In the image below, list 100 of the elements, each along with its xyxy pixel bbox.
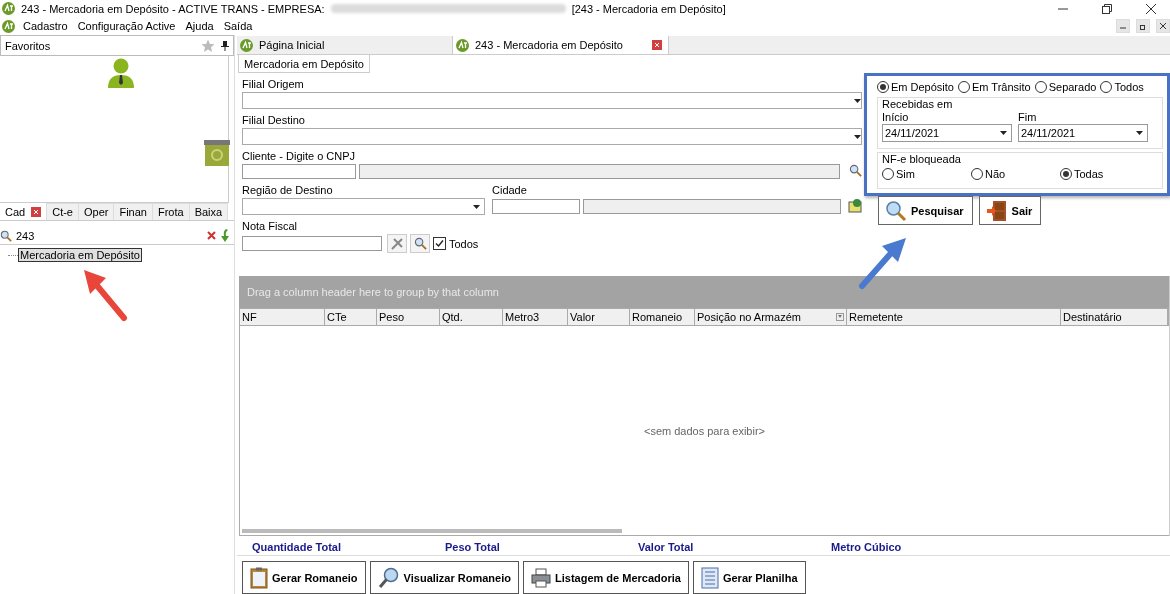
- restore-icon[interactable]: [1136, 19, 1150, 33]
- radio-label: Todos: [1114, 81, 1144, 93]
- action-button[interactable]: Gerar Romaneio: [242, 561, 366, 594]
- spreadsheet-icon: [700, 566, 719, 589]
- action-button[interactable]: Listagem de Mercadoria: [523, 561, 689, 594]
- sidebar-tab[interactable]: Oper: [78, 203, 115, 220]
- field-label: Filial Destino: [242, 114, 306, 127]
- sidebar-tab[interactable]: Baixa: [189, 203, 229, 220]
- action-button[interactable]: Gerar Planilha: [692, 561, 806, 594]
- radio-label: Em Depósito: [891, 81, 954, 93]
- close-icon[interactable]: [1145, 2, 1157, 15]
- magnifier-icon: [377, 566, 400, 589]
- radio-label: Não: [985, 168, 1006, 180]
- search-icon: [885, 199, 907, 222]
- field-label: Região de Destino: [242, 184, 334, 197]
- favorites-label: Favoritos: [5, 39, 52, 52]
- group-panel: Drag a column header here to group by that column: [239, 276, 1169, 308]
- logo-icon: [2, 2, 15, 15]
- column-header[interactable]: Valor: [568, 309, 630, 325]
- client-name-field[interactable]: [359, 164, 840, 179]
- menu-item[interactable]: Saída: [221, 20, 255, 32]
- scrollbar[interactable]: [242, 529, 622, 533]
- total-label: Metro Cúbico: [831, 541, 903, 553]
- radio-button[interactable]: [877, 81, 889, 93]
- menu-item[interactable]: Ajuda: [183, 20, 216, 32]
- radio-label: Separado: [1048, 81, 1097, 93]
- exit-button[interactable]: Sair: [978, 196, 1042, 225]
- radio-button[interactable]: [958, 81, 970, 93]
- logo-icon: [240, 38, 253, 52]
- column-header[interactable]: Peso: [377, 309, 440, 325]
- column-header[interactable]: CTe: [325, 309, 377, 325]
- action-button[interactable]: Visualizar Romaneio: [369, 561, 519, 594]
- search-icon: [413, 237, 427, 250]
- column-header[interactable]: Posição no Armazém: [695, 309, 847, 325]
- column-header[interactable]: Destinatário: [1061, 309, 1168, 325]
- scanner-button[interactable]: [387, 234, 407, 253]
- dropdown-arrow-icon[interactable]: [1000, 131, 1007, 135]
- total-label: Quantidade Total: [252, 541, 343, 553]
- door-icon: [985, 199, 1008, 222]
- filter-icon[interactable]: [836, 313, 844, 321]
- search-icon: [0, 229, 12, 242]
- column-header[interactable]: Qtd.: [440, 309, 503, 325]
- sidebar-tab[interactable]: Frota: [152, 203, 190, 220]
- restore-icon[interactable]: [1101, 2, 1113, 15]
- dropdown-arrow-icon[interactable]: [854, 134, 861, 139]
- document-tab[interactable]: Página Inicial: [237, 36, 453, 54]
- group-label: Recebidas em: [882, 98, 954, 111]
- document-tab[interactable]: 243 - Mercadoria em Depósito: [453, 36, 669, 54]
- radio-button[interactable]: [971, 168, 983, 180]
- radio-button[interactable]: [1034, 81, 1047, 93]
- checkbox-label: Todos: [449, 237, 479, 250]
- window-title: [243 - Mercadoria em Depósito]: [571, 2, 726, 15]
- field-label: Cliente - Digite o CNPJ: [242, 150, 357, 163]
- user-icon[interactable]: [107, 58, 135, 88]
- arrow-down-icon[interactable]: [220, 229, 230, 242]
- clear-icon[interactable]: [207, 231, 216, 240]
- dropdown-arrow-icon[interactable]: [854, 98, 861, 103]
- star-icon[interactable]: [201, 38, 215, 53]
- sub-tab[interactable]: Mercadoria em Depósito: [238, 55, 370, 73]
- city-name-field[interactable]: [583, 198, 841, 214]
- search-button[interactable]: [410, 234, 430, 253]
- empty-message: <sem dados para exibir>: [643, 424, 766, 437]
- field-label: Fim: [1018, 111, 1038, 124]
- field-label: Filial Origem: [242, 78, 305, 91]
- search-icon: [849, 164, 862, 177]
- radio-button[interactable]: [1100, 81, 1113, 93]
- sidebar-tab[interactable]: Ct-e: [47, 203, 79, 220]
- search-button[interactable]: Pesquisar: [878, 196, 973, 225]
- column-header[interactable]: Remetente: [847, 309, 1061, 325]
- city-code-field[interactable]: [492, 198, 580, 214]
- invoice-field[interactable]: [242, 236, 382, 251]
- column-header[interactable]: Metro3: [503, 309, 568, 325]
- column-header[interactable]: NF: [240, 309, 325, 325]
- total-label: Peso Total: [445, 541, 501, 553]
- radio-label: Todas: [1074, 168, 1104, 180]
- column-header[interactable]: Romaneio: [630, 309, 695, 325]
- field-label: Início: [882, 111, 910, 124]
- dropdown-arrow-icon[interactable]: [473, 204, 480, 209]
- window-title: 243 - Mercadoria em Depósito - ACTIVE TRANS - EMPRESA:: [21, 2, 325, 15]
- checkbox[interactable]: [433, 237, 446, 250]
- menu-item[interactable]: Configuração Active: [75, 20, 178, 32]
- sidebar-tab[interactable]: Finan: [114, 203, 153, 220]
- dropdown-arrow-icon[interactable]: [1136, 131, 1143, 135]
- menu-item[interactable]: Cadastro: [21, 20, 70, 32]
- radio-label: Sim: [896, 168, 915, 180]
- field-label: Cidade: [492, 184, 528, 197]
- printer-icon: [531, 567, 551, 588]
- date-field[interactable]: 24/11/2021: [1018, 124, 1148, 142]
- clipboard-icon: [250, 566, 268, 589]
- date-field[interactable]: 24/11/2021: [882, 124, 1012, 142]
- radio-label: Em Trânsito: [972, 81, 1031, 93]
- recycle-bin-icon[interactable]: [203, 139, 231, 167]
- cnpj-field[interactable]: [242, 164, 356, 179]
- radio-button[interactable]: [882, 168, 894, 180]
- logo-icon: [456, 38, 469, 52]
- pin-icon[interactable]: [221, 40, 229, 51]
- tree-item[interactable]: Mercadoria em Depósito: [18, 248, 142, 262]
- radio-button[interactable]: [1060, 168, 1072, 180]
- total-label: Valor Total: [638, 541, 695, 553]
- field-label: Nota Fiscal: [242, 220, 299, 233]
